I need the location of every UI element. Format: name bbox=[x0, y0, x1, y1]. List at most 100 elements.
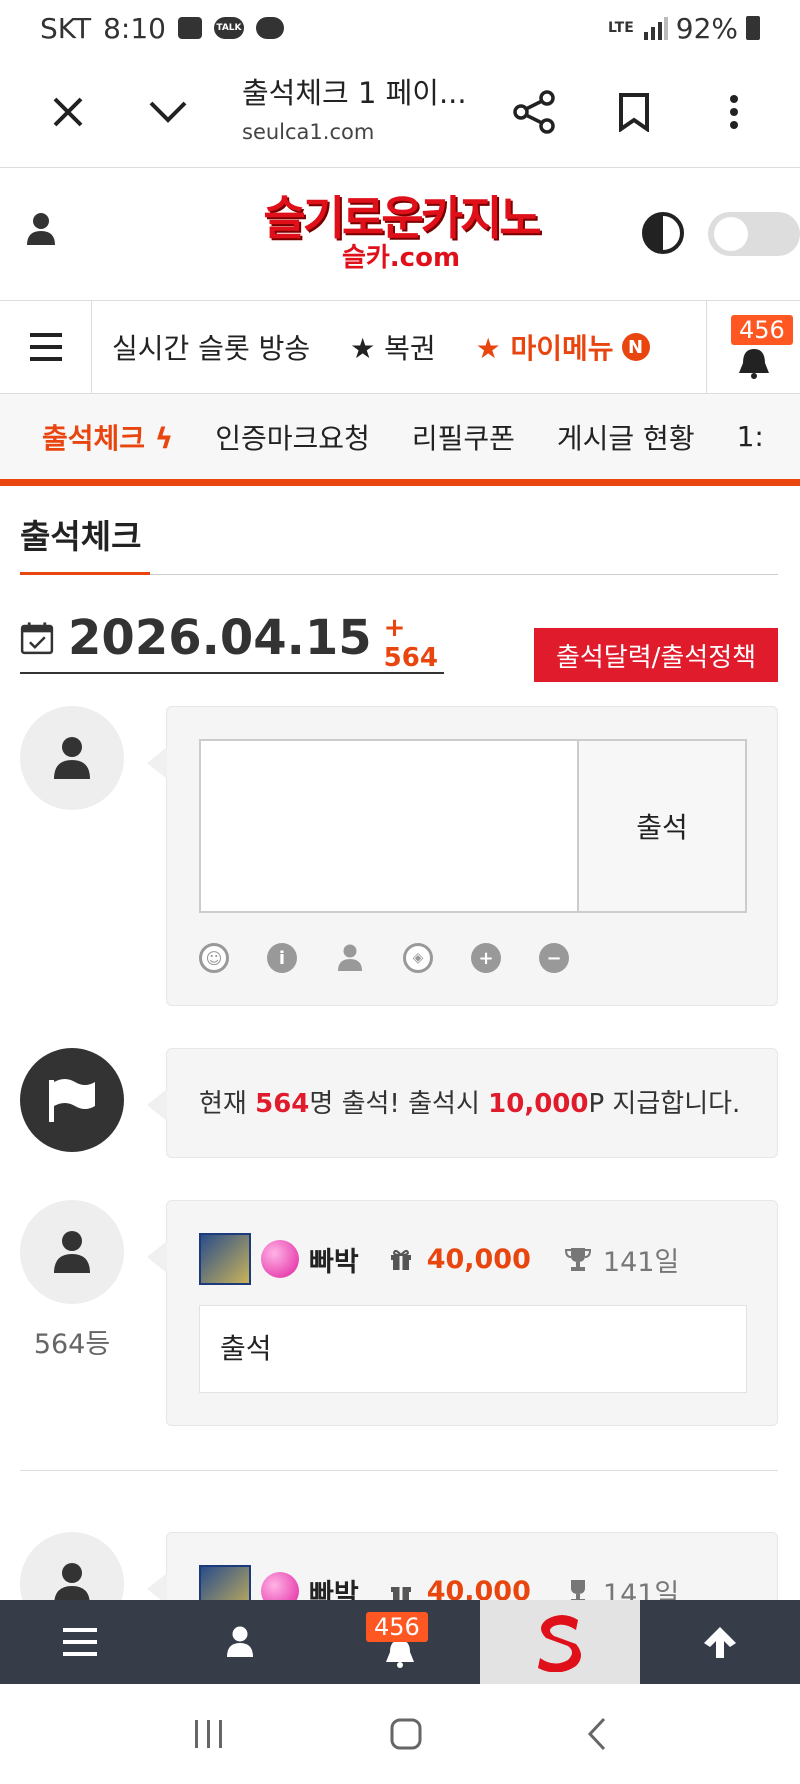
hamburger-icon bbox=[63, 1628, 97, 1656]
dark-mode-toggle[interactable] bbox=[708, 212, 800, 256]
title-underline bbox=[20, 572, 150, 575]
notice-mid: 명 출석! 출석시 bbox=[309, 1089, 489, 1119]
android-nav-bar bbox=[0, 1684, 800, 1784]
page-title: 출석체크 bbox=[20, 517, 142, 556]
attendance-calendar-button[interactable]: 출석달력/출석정책 bbox=[534, 628, 778, 682]
scroll-top-button[interactable] bbox=[640, 1600, 800, 1684]
attend-input-box: 출석 bbox=[199, 739, 747, 913]
bell-icon bbox=[386, 1640, 414, 1668]
attendance-plus-count: + 564 bbox=[383, 613, 438, 673]
user-icon bbox=[54, 737, 90, 779]
chat-icon bbox=[255, 17, 284, 39]
site-s-logo-icon bbox=[538, 1615, 581, 1672]
close-icon[interactable] bbox=[40, 84, 96, 140]
attend-toolbar: ☺ i ◈ + − bbox=[199, 943, 569, 973]
bookmark-icon[interactable] bbox=[606, 84, 662, 140]
entry-header: 빠박 40,000 141일 bbox=[199, 1233, 679, 1285]
bottom-menu-button[interactable] bbox=[0, 1600, 160, 1684]
nav-item-lottery[interactable]: ★ 복권 bbox=[350, 327, 436, 367]
gallery-icon bbox=[177, 17, 202, 39]
nav-item-live-slot[interactable]: 실시간 슬롯 방송 bbox=[112, 327, 310, 367]
signal-icon bbox=[643, 17, 668, 40]
browser-toolbar: 출석체크 1 페이... seulca1.com bbox=[0, 56, 800, 168]
trophy-icon bbox=[564, 1248, 591, 1271]
share-icon[interactable] bbox=[506, 84, 562, 140]
user-icon[interactable] bbox=[26, 212, 66, 256]
entry-rank: 564등 bbox=[33, 1329, 111, 1360]
user-icon bbox=[54, 1231, 90, 1273]
subnav-item-one-on-one[interactable]: 1: bbox=[737, 420, 764, 453]
compass-icon[interactable]: ◈ bbox=[403, 943, 433, 973]
attendance-notice-box: 현재 564명 출석! 출석시 10,000P 지급합니다. bbox=[147, 1048, 778, 1159]
contrast-icon[interactable] bbox=[642, 212, 684, 254]
subnav-item-attendance[interactable]: 출석체크 ϟ bbox=[42, 417, 173, 457]
arrow-up-icon bbox=[704, 1627, 736, 1658]
date-row: 2026.04.15 + 564 bbox=[20, 604, 444, 674]
more-options-icon[interactable] bbox=[706, 84, 762, 140]
notice-prefix: 현재 bbox=[199, 1089, 256, 1119]
attendance-notice: 현재 564명 출석! 출석시 10,000P 지급합니다. bbox=[167, 1049, 777, 1159]
my-avatar bbox=[20, 706, 124, 810]
kakaotalk-icon: TALK bbox=[213, 17, 244, 39]
network-type: LTE bbox=[608, 20, 634, 36]
flag-icon bbox=[49, 1079, 95, 1122]
notification-count-badge: 456 bbox=[366, 1612, 428, 1642]
flag-avatar bbox=[20, 1048, 124, 1152]
sub-nav: 출석체크 ϟ 인증마크요청 리필쿠폰 게시글 현황 1: bbox=[0, 394, 800, 486]
user-tool-icon[interactable] bbox=[335, 943, 365, 973]
my-menu-label: ★ 마이메뉴 bbox=[475, 332, 614, 365]
entry-avatar bbox=[20, 1200, 124, 1304]
bottom-home-logo-button[interactable] bbox=[480, 1600, 640, 1684]
nav-item-my-menu[interactable]: ★ 마이메뉴 N bbox=[476, 327, 650, 367]
battery-percent: 92% bbox=[675, 11, 738, 45]
chevron-down-icon[interactable] bbox=[140, 84, 196, 140]
attend-comment-textarea[interactable] bbox=[201, 741, 579, 911]
notice-suffix: P 지급합니다. bbox=[588, 1089, 741, 1119]
calendar-check-icon bbox=[20, 622, 54, 655]
status-bar: SKT 8:10 TALK LTE 92% bbox=[0, 0, 800, 56]
browser-url[interactable]: seulca1.com bbox=[242, 120, 374, 144]
minus-circle-icon[interactable]: − bbox=[539, 943, 569, 973]
bottom-bar: 456 bbox=[0, 1600, 800, 1684]
notice-points: 10,000 bbox=[488, 1089, 589, 1119]
info-icon[interactable]: i bbox=[267, 943, 297, 973]
subnav-item-cert-mark[interactable]: 인증마크요청 bbox=[215, 417, 370, 457]
main-nav: 실시간 슬롯 방송 ★ 복권 ★ 마이메뉴 N 456 bbox=[0, 300, 800, 395]
bottom-user-button[interactable] bbox=[160, 1600, 320, 1684]
clock: 8:10 bbox=[103, 11, 166, 45]
home-icon[interactable] bbox=[389, 1717, 423, 1751]
level-badge-icon bbox=[261, 1240, 299, 1278]
user-icon bbox=[227, 1626, 253, 1657]
attend-form-box: 출석 ☺ i ◈ + − bbox=[147, 706, 778, 1006]
entry-username[interactable]: 빠박 bbox=[309, 1240, 359, 1279]
hamburger-menu-button[interactable] bbox=[0, 300, 92, 394]
recent-apps-icon[interactable] bbox=[192, 1718, 226, 1750]
gift-icon bbox=[390, 1249, 411, 1270]
subnav-item-post-status[interactable]: 게시글 현황 bbox=[557, 417, 695, 457]
browser-page-title: 출석체크 1 페이... bbox=[242, 76, 467, 110]
bottom-notification-button[interactable]: 456 bbox=[320, 1600, 480, 1684]
logo-main-text: 슬기로운카지노 bbox=[263, 191, 541, 245]
attendance-entry: 빠박 40,000 141일 출석 bbox=[147, 1200, 778, 1426]
logo-sub-text: 슬카.com bbox=[341, 243, 461, 273]
back-icon[interactable] bbox=[586, 1716, 608, 1752]
user-profile-image[interactable] bbox=[199, 1233, 251, 1285]
entry-days: 141일 bbox=[602, 1246, 680, 1278]
entry-comment: 출석 bbox=[199, 1305, 747, 1393]
notification-count-badge: 456 bbox=[731, 315, 793, 345]
site-header: 슬기로운카지노 슬카.com bbox=[0, 168, 800, 300]
notice-count: 564 bbox=[255, 1089, 310, 1119]
battery-icon bbox=[746, 16, 760, 40]
plus-circle-icon[interactable]: + bbox=[471, 943, 501, 973]
notification-button[interactable]: 456 bbox=[706, 301, 800, 395]
new-badge: N bbox=[621, 333, 650, 361]
entry-points: 40,000 bbox=[426, 1243, 531, 1275]
subnav-item-refill-coupon[interactable]: 리필쿠폰 bbox=[412, 417, 515, 457]
emoji-icon[interactable]: ☺ bbox=[199, 943, 229, 973]
attendance-date: 2026.04.15 bbox=[68, 610, 372, 666]
site-logo[interactable]: 슬기로운카지노 슬카.com bbox=[246, 192, 556, 276]
attend-submit-button[interactable]: 출석 bbox=[579, 741, 745, 911]
bell-icon bbox=[739, 349, 769, 379]
carrier: SKT bbox=[40, 11, 92, 45]
entry-divider bbox=[20, 1470, 778, 1471]
